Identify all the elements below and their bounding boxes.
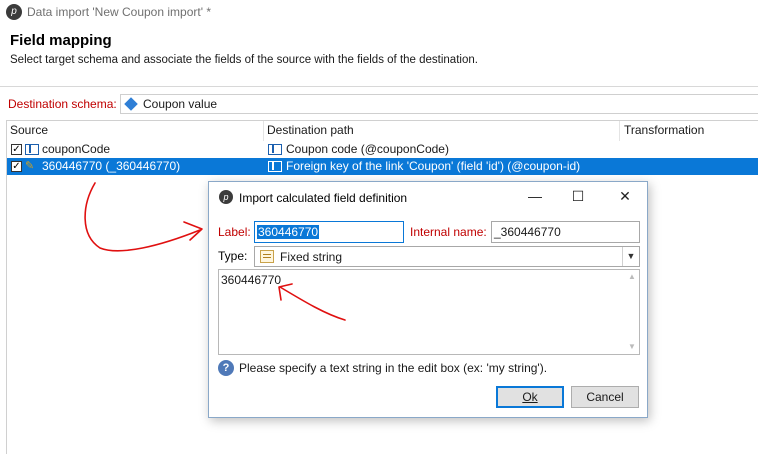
annotation-arrow-label [84, 182, 201, 252]
annotation-overlay [84, 182, 346, 321]
annotation-arrowhead-value [278, 283, 293, 301]
annotation-arrow-value [279, 286, 346, 321]
annotation-arrowhead-label [183, 221, 203, 241]
